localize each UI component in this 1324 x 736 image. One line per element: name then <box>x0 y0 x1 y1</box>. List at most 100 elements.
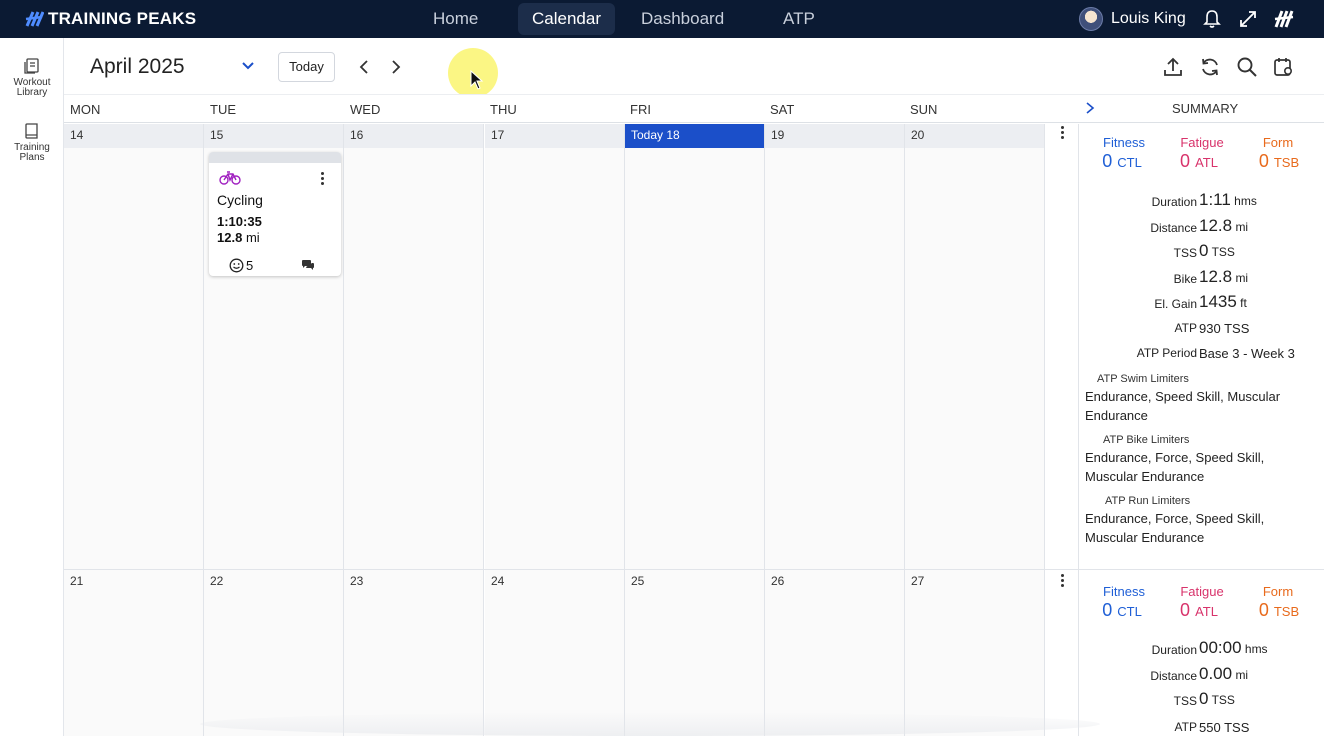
nav-atp[interactable]: ATP <box>769 3 829 35</box>
workout-card-status-bar <box>209 152 341 163</box>
day-number: 24 <box>485 570 624 594</box>
fitness-value: 0 CTL <box>1102 151 1142 171</box>
chevron-right-icon[interactable] <box>1084 101 1096 115</box>
fatigue-label: Fatigue <box>1180 135 1224 150</box>
form-label: Form <box>1262 135 1294 150</box>
smiley-icon <box>229 258 244 273</box>
nav-dashboard[interactable]: Dashboard <box>627 3 738 35</box>
day-name: TUE <box>210 102 236 117</box>
day-cell[interactable]: 22 <box>204 570 344 736</box>
upload-icon[interactable] <box>1162 56 1184 78</box>
day-number: 26 <box>765 570 904 594</box>
day-number: 17 <box>485 124 624 148</box>
day-cell[interactable]: 27 <box>905 570 1045 736</box>
fitness-label: Fitness <box>1103 584 1145 599</box>
day-cell[interactable]: 14 <box>64 124 204 569</box>
summary-header: SUMMARY <box>1172 101 1239 116</box>
day-name: SAT <box>770 102 795 117</box>
sidebar-item-label: Plans <box>19 152 45 163</box>
day-number: 15 <box>204 124 343 148</box>
chevron-down-icon[interactable] <box>241 59 255 73</box>
day-name: THU <box>490 102 517 117</box>
calendar-settings-icon[interactable] <box>1273 56 1295 78</box>
bike-limiters-label: ATP Bike Limiters <box>1103 434 1190 446</box>
search-icon[interactable] <box>1236 56 1258 78</box>
day-name: MON <box>70 102 101 117</box>
week-row-2: 21 22 23 24 25 26 27 <box>64 570 1046 736</box>
workout-menu-icon[interactable] <box>321 172 325 187</box>
fitness-value: 0 CTL <box>1102 600 1142 620</box>
weekly-summary-panel: Fitness Fatigue Form 0 CTL 0 ATL 0 TSB D… <box>1078 124 1324 736</box>
user-name: Louis King <box>1111 10 1186 27</box>
fatigue-label: Fatigue <box>1180 584 1224 599</box>
bike-icon <box>219 171 241 185</box>
day-cell[interactable]: 20 <box>905 124 1045 569</box>
left-sidebar: Workout Library Training Plans <box>0 38 64 736</box>
summary-separator <box>1079 569 1324 570</box>
run-limiters-label: ATP Run Limiters <box>1105 495 1191 507</box>
training-peaks-logo-icon <box>25 11 44 27</box>
comments-icon[interactable] <box>301 259 315 271</box>
next-week-icon[interactable] <box>388 58 404 76</box>
day-number: 25 <box>625 570 764 594</box>
day-number: 21 <box>64 570 203 594</box>
brand-name: TRAINING PEAKS <box>48 9 197 28</box>
fitness-label: Fitness <box>1103 135 1145 150</box>
refresh-icon[interactable] <box>1199 56 1221 78</box>
day-name: WED <box>350 102 381 117</box>
day-cell[interactable]: 19 <box>765 124 905 569</box>
month-selector[interactable]: April 2025 <box>90 55 185 79</box>
day-cell[interactable]: 16 <box>344 124 484 569</box>
user-menu[interactable]: Louis King <box>1079 7 1186 31</box>
swim-limiters-label: ATP Swim Limiters <box>1097 373 1189 385</box>
workout-title: Cycling <box>217 192 263 208</box>
day-number: 20 <box>905 124 1044 148</box>
day-number: 14 <box>64 124 203 148</box>
form-value: 0 TSB <box>1258 151 1300 171</box>
day-number: 16 <box>344 124 483 148</box>
bell-icon[interactable] <box>1202 9 1222 29</box>
scroll-fade <box>200 712 1100 736</box>
day-number: 27 <box>905 570 1044 594</box>
previous-week-icon[interactable] <box>356 58 372 76</box>
library-icon <box>24 58 39 74</box>
weekday-header: MON TUE WED THU FRI SAT SUN <box>64 94 1324 123</box>
sidebar-item-label: Library <box>16 87 48 98</box>
mouse-cursor-icon <box>470 70 484 90</box>
day-number: 22 <box>204 570 343 594</box>
fatigue-value: 0 ATL <box>1180 151 1218 171</box>
day-name: SUN <box>910 102 938 117</box>
workout-card[interactable]: Cycling 1:10:35 12.8 mi 5 <box>209 152 341 276</box>
tp-logo-icon[interactable] <box>1273 9 1295 29</box>
today-marker: Today 18 <box>625 124 764 148</box>
workout-distance: 12.8 mi <box>217 230 260 245</box>
week-options-icon[interactable] <box>1058 126 1066 141</box>
day-cell-today[interactable]: Today 18 <box>625 124 765 569</box>
expand-icon[interactable] <box>1238 9 1258 29</box>
feel-count: 5 <box>246 258 254 273</box>
day-cell[interactable]: 21 <box>64 570 204 736</box>
run-limiters-text: Endurance, Force, Speed Skill, Muscular … <box>1085 511 1265 545</box>
day-cell[interactable]: 23 <box>344 570 484 736</box>
bike-limiters-text: Endurance, Force, Speed Skill, Muscular … <box>1085 450 1265 484</box>
day-name: FRI <box>630 102 651 117</box>
form-label: Form <box>1262 584 1294 599</box>
week-options-icon[interactable] <box>1058 574 1066 589</box>
sidebar-item-training-plans[interactable]: Training Plans <box>0 122 64 163</box>
avatar <box>1079 7 1103 31</box>
nav-calendar[interactable]: Calendar <box>518 3 615 35</box>
top-navigation-bar: TRAINING PEAKS Home Calendar Dashboard A… <box>0 0 1324 38</box>
day-number: 19 <box>765 124 904 148</box>
fatigue-value: 0 ATL <box>1180 600 1218 620</box>
nav-home[interactable]: Home <box>419 3 492 35</box>
day-cell[interactable]: 26 <box>765 570 905 736</box>
sidebar-item-workout-library[interactable]: Workout Library <box>0 57 64 98</box>
swim-limiters-text: Endurance, Speed Skill, Muscular Enduran… <box>1085 389 1281 423</box>
day-cell[interactable]: 17 <box>485 124 625 569</box>
book-icon <box>25 123 38 139</box>
day-number: 23 <box>344 570 483 594</box>
brand-logo[interactable]: TRAINING PEAKS <box>24 9 196 29</box>
form-value: 0 TSB <box>1258 600 1300 620</box>
today-button[interactable]: Today <box>278 52 335 82</box>
workout-feel: 5 <box>229 258 253 273</box>
